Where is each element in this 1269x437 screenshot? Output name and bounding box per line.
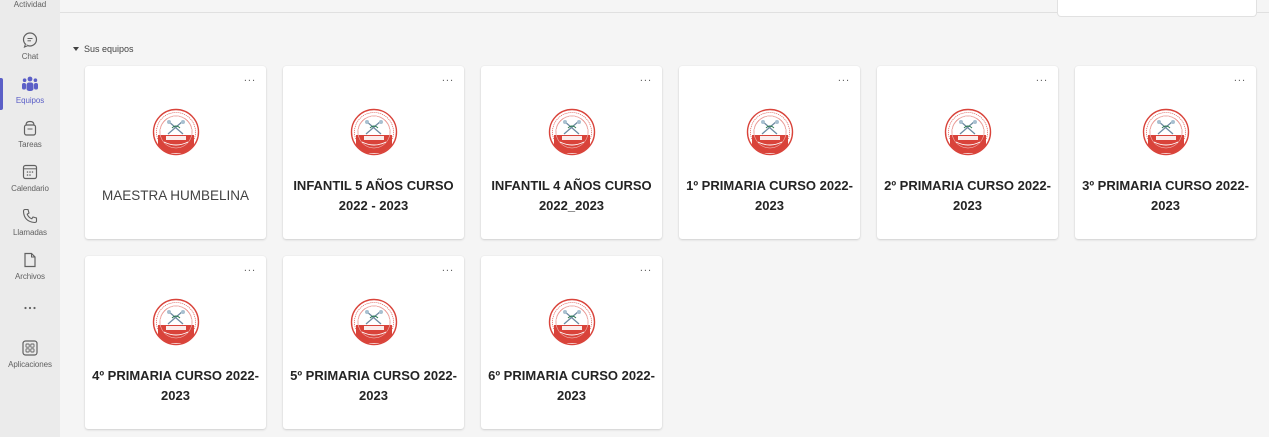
team-more-options-button[interactable]: ... xyxy=(1234,72,1246,84)
rail-item-chat[interactable]: Chat xyxy=(0,30,60,74)
rail-item-label: Tareas xyxy=(18,140,42,149)
teams-icon xyxy=(20,74,40,94)
team-card[interactable]: ... 2º PRIMARIA CURSO 2022-2023 xyxy=(877,66,1058,239)
section-title: Sus equipos xyxy=(84,44,134,54)
team-name: 2º PRIMARIA CURSO 2022-2023 xyxy=(884,178,1051,213)
school-logo-icon xyxy=(944,108,992,156)
rail-item-activity-label[interactable]: Actividad xyxy=(0,0,60,10)
rail-item-label: Archivos xyxy=(15,272,45,281)
more-icon xyxy=(20,298,40,318)
search-box[interactable] xyxy=(1057,0,1257,17)
rail-item-label: Llamadas xyxy=(13,228,47,237)
assignments-icon xyxy=(20,118,40,138)
team-card[interactable]: ... 4º PRIMARIA CURSO 2022-2023 xyxy=(85,256,266,429)
chat-icon xyxy=(20,30,40,50)
team-card[interactable]: ... 1º PRIMARIA CURSO 2022-2023 xyxy=(679,66,860,239)
app-rail: Actividad Chat Equipos Tareas Calendario… xyxy=(0,0,60,437)
team-more-options-button[interactable]: ... xyxy=(838,72,850,84)
team-card[interactable]: ... 3º PRIMARIA CURSO 2022-2023 xyxy=(1075,66,1256,239)
rail-item-label: Aplicaciones xyxy=(8,360,52,369)
team-name: 6º PRIMARIA CURSO 2022-2023 xyxy=(488,368,655,403)
files-icon xyxy=(20,250,40,270)
school-logo-icon xyxy=(548,298,596,346)
school-logo-icon xyxy=(548,108,596,156)
section-toggle-your-teams[interactable]: Sus equipos xyxy=(73,44,134,54)
team-more-options-button[interactable]: ... xyxy=(640,72,652,84)
team-name: 3º PRIMARIA CURSO 2022-2023 xyxy=(1082,178,1249,213)
school-logo-icon xyxy=(152,298,200,346)
team-card[interactable]: ... INFANTIL 5 AÑOS CURSO 2022 - 2023 xyxy=(283,66,464,239)
team-more-options-button[interactable]: ... xyxy=(442,262,454,274)
caret-down-icon xyxy=(73,47,79,51)
team-card[interactable]: ... 5º PRIMARIA CURSO 2022-2023 xyxy=(283,256,464,429)
rail-item-teams[interactable]: Equipos xyxy=(0,74,60,118)
calendar-icon xyxy=(20,162,40,182)
team-card[interactable]: ... 6º PRIMARIA CURSO 2022-2023 xyxy=(481,256,662,429)
team-more-options-button[interactable]: ... xyxy=(244,72,256,84)
school-logo-icon xyxy=(1142,108,1190,156)
teams-main-area: Sus equipos ... MAESTRA HUMBELINA... INF… xyxy=(60,0,1269,437)
team-more-options-button[interactable]: ... xyxy=(442,72,454,84)
school-logo-icon xyxy=(152,108,200,156)
apps-icon xyxy=(20,338,40,358)
rail-item-files[interactable]: Archivos xyxy=(0,250,60,294)
team-name: 5º PRIMARIA CURSO 2022-2023 xyxy=(290,368,457,403)
rail-item-label: Calendario xyxy=(11,184,49,193)
rail-item-assignments[interactable]: Tareas xyxy=(0,118,60,162)
top-bar xyxy=(60,0,1269,17)
team-name: 1º PRIMARIA CURSO 2022-2023 xyxy=(686,178,853,213)
rail-item-calls[interactable]: Llamadas xyxy=(0,206,60,250)
team-card[interactable]: ... INFANTIL 4 AÑOS CURSO 2022_2023 xyxy=(481,66,662,239)
calls-icon xyxy=(20,206,40,226)
team-more-options-button[interactable]: ... xyxy=(244,262,256,274)
team-card[interactable]: ... MAESTRA HUMBELINA xyxy=(85,66,266,239)
team-more-options-button[interactable]: ... xyxy=(640,262,652,274)
rail-item-label: Chat xyxy=(21,52,39,61)
rail-item-apps[interactable]: Aplicaciones xyxy=(0,338,60,382)
school-logo-icon xyxy=(350,108,398,156)
team-name: INFANTIL 4 AÑOS CURSO 2022_2023 xyxy=(491,178,652,213)
rail-item-calendar[interactable]: Calendario xyxy=(0,162,60,206)
rail-item-label: Equipos xyxy=(15,96,45,105)
team-name: 4º PRIMARIA CURSO 2022-2023 xyxy=(92,368,259,403)
school-logo-icon xyxy=(350,298,398,346)
rail-more-apps-button[interactable] xyxy=(0,298,60,342)
school-logo-icon xyxy=(746,108,794,156)
team-name: INFANTIL 5 AÑOS CURSO 2022 - 2023 xyxy=(293,178,454,213)
team-more-options-button[interactable]: ... xyxy=(1036,72,1048,84)
team-name: MAESTRA HUMBELINA xyxy=(101,188,250,203)
